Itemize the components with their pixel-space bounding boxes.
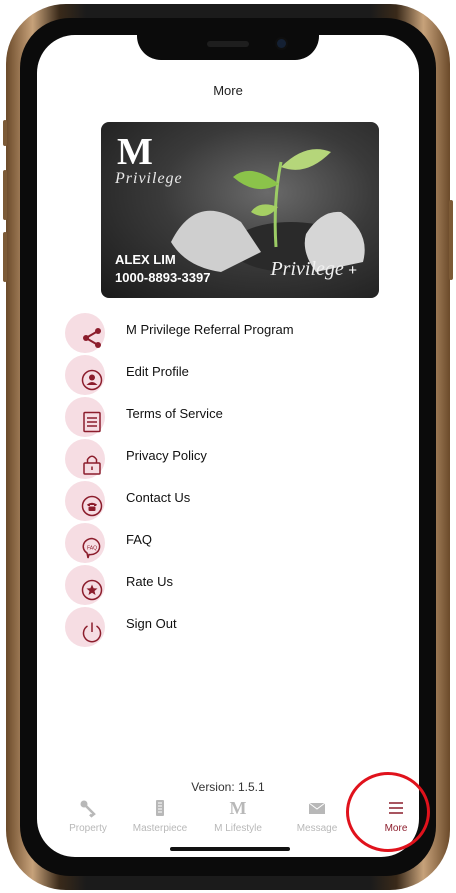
share-icon xyxy=(83,328,101,348)
card-logo-letter: M xyxy=(117,131,153,173)
volume-up-button xyxy=(3,170,7,220)
notch xyxy=(137,35,319,60)
svg-text:FAQ: FAQ xyxy=(87,546,97,552)
tab-label: Property xyxy=(69,823,107,834)
membership-card[interactable]: M Privilege ALEX LIM 1000-8893-3397 Priv… xyxy=(101,122,379,298)
menu-item-terms[interactable]: Terms of Service xyxy=(65,397,395,439)
card-logo-script: Privilege xyxy=(115,170,183,187)
power-side-button xyxy=(449,200,453,280)
power-icon xyxy=(82,622,102,643)
menu-item-label: Rate Us xyxy=(126,574,173,589)
tab-masterpiece[interactable]: Masterpiece xyxy=(123,797,197,834)
phone-icon xyxy=(81,495,103,517)
home-indicator[interactable] xyxy=(170,847,290,851)
tab-label: M Lifestyle xyxy=(214,823,262,834)
menu-item-referral[interactable]: M Privilege Referral Program xyxy=(65,313,395,355)
menu-item-label: Terms of Service xyxy=(126,406,223,421)
volume-down-button xyxy=(3,232,7,282)
card-holder-name: ALEX LIM xyxy=(115,252,176,267)
building-icon xyxy=(156,800,164,816)
menu-item-contact[interactable]: Contact Us xyxy=(65,481,395,523)
key-icon xyxy=(80,800,96,818)
app-screen: More M Privilege ALEX LIM 1000-8893-3397… xyxy=(37,35,419,857)
menu-item-faq[interactable]: FAQ FAQ xyxy=(65,523,395,565)
card-brand-script: Privilege xyxy=(270,258,344,280)
document-icon xyxy=(83,411,101,433)
menu-item-label: Sign Out xyxy=(126,616,177,631)
page-title: More xyxy=(213,83,243,98)
m-logo-icon: M xyxy=(229,797,247,818)
menu-item-rate-us[interactable]: Rate Us xyxy=(65,565,395,607)
more-menu: M Privilege Referral Program Edit Profil… xyxy=(65,313,395,649)
menu-item-label: Edit Profile xyxy=(126,364,189,379)
menu-item-label: Privacy Policy xyxy=(126,448,207,463)
tab-message[interactable]: Message xyxy=(280,797,354,834)
tab-property[interactable]: Property xyxy=(51,797,125,834)
card-brand: Privilege + xyxy=(270,258,357,281)
card-holder-number: 1000-8893-3397 xyxy=(115,270,211,285)
card-brand-plus: + xyxy=(348,262,357,279)
highlight-circle-annotation xyxy=(346,772,430,852)
menu-item-label: Contact Us xyxy=(126,490,191,505)
star-icon xyxy=(81,579,103,601)
speaker-grille xyxy=(207,41,249,47)
envelope-icon xyxy=(308,802,326,814)
tab-label: Masterpiece xyxy=(132,823,188,834)
menu-item-label: FAQ xyxy=(126,532,153,547)
menu-item-edit-profile[interactable]: Edit Profile xyxy=(65,355,395,397)
menu-item-privacy[interactable]: Privacy Policy xyxy=(65,439,395,481)
menu-item-label: M Privilege Referral Program xyxy=(126,322,294,337)
menu-item-sign-out[interactable]: Sign Out xyxy=(65,607,395,649)
front-camera xyxy=(277,39,286,48)
tab-m-lifestyle[interactable]: M M Lifestyle xyxy=(201,797,275,835)
mute-switch xyxy=(3,120,7,146)
faq-icon: FAQ xyxy=(82,537,101,559)
user-profile-icon xyxy=(81,369,103,391)
lock-icon xyxy=(83,455,101,475)
tab-label: Message xyxy=(296,823,338,834)
